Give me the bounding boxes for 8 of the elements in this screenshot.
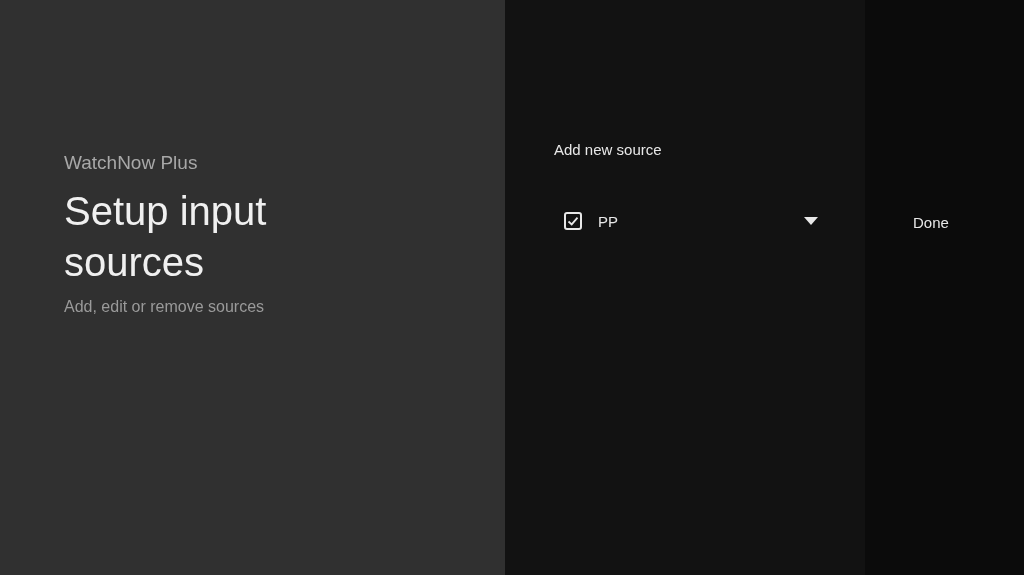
done-button[interactable]: Done bbox=[913, 214, 949, 231]
dropdown-icon[interactable] bbox=[804, 217, 818, 225]
source-label: PP bbox=[598, 212, 619, 230]
app-name: WatchNow Plus bbox=[64, 152, 199, 174]
page-title: Setup input sources bbox=[64, 188, 268, 286]
checkbox[interactable] bbox=[564, 212, 582, 230]
page-description: Add, edit or remove sources bbox=[64, 298, 266, 316]
list-header: Add new source bbox=[554, 141, 663, 158]
